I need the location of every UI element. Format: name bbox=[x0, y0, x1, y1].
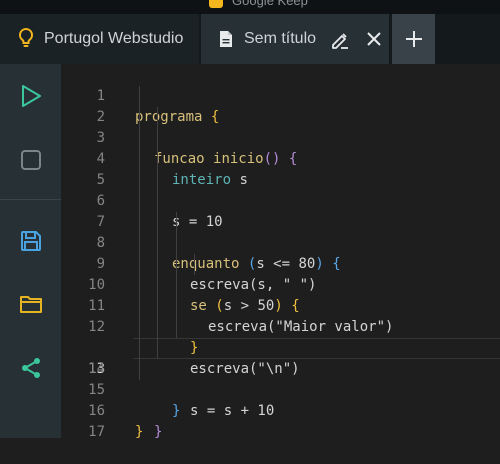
save-button[interactable] bbox=[0, 221, 61, 261]
stop-button[interactable] bbox=[0, 140, 61, 180]
close-tab-icon[interactable] bbox=[365, 30, 383, 48]
window-title: Google Keep bbox=[232, 0, 308, 8]
code-line: 7 enquanto (s <= 80) { bbox=[61, 191, 500, 272]
code-line: 12 escreva("\n") bbox=[61, 296, 500, 377]
run-button[interactable] bbox=[0, 76, 61, 116]
folder-icon bbox=[19, 296, 42, 313]
plus-icon bbox=[405, 31, 422, 47]
code-line: 16 } bbox=[61, 380, 500, 440]
code-line: 8 escreva(s, " ") bbox=[61, 212, 500, 293]
open-folder-button[interactable] bbox=[0, 284, 61, 324]
code-editor[interactable]: 1 programa { 2 funcao inicio() { 3 intei… bbox=[61, 64, 500, 440]
save-icon bbox=[20, 231, 41, 251]
rename-pencil-icon[interactable] bbox=[330, 30, 350, 50]
line-number: 17 bbox=[88, 424, 105, 440]
sidebar-toolbar bbox=[0, 64, 61, 438]
code-line: 5 s = 10 bbox=[61, 149, 500, 230]
share-button[interactable] bbox=[0, 348, 61, 388]
tab-sem-titulo[interactable]: Sem título bbox=[201, 14, 389, 64]
tab-home-label: Portugol Webstudio bbox=[44, 30, 184, 47]
lightbulb-icon bbox=[18, 27, 34, 47]
code-line: 17 bbox=[61, 401, 500, 440]
stop-icon bbox=[20, 150, 41, 170]
code-line: 15 } bbox=[61, 359, 500, 440]
bracket: } bbox=[154, 424, 163, 440]
bracket: } bbox=[135, 424, 144, 440]
share-icon bbox=[21, 358, 40, 378]
code-line: 9 se (s > 50) { bbox=[61, 233, 500, 314]
code-line: 6 bbox=[61, 170, 500, 209]
play-icon bbox=[21, 85, 41, 107]
code-line: 2 funcao inicio() { bbox=[61, 86, 500, 167]
code-line: 3 inteiro s bbox=[61, 107, 500, 188]
tab-home[interactable]: Portugol Webstudio bbox=[0, 14, 199, 64]
keep-app-icon bbox=[209, 0, 223, 8]
code-line-active: 13 s = s + 10 bbox=[61, 317, 500, 419]
window-title-bar: Google Keep bbox=[0, 0, 500, 14]
file-icon bbox=[220, 31, 232, 47]
code-line: 4 bbox=[61, 128, 500, 167]
tab-file-label: Sem título bbox=[244, 30, 317, 47]
code-line: 10 escreva("Maior valor") bbox=[61, 254, 500, 335]
code-line: 14 } bbox=[61, 338, 500, 419]
code-line: 11 } bbox=[61, 275, 500, 356]
sidebar-divider bbox=[0, 199, 61, 200]
code-line: 1 programa { bbox=[61, 65, 500, 125]
new-tab-button[interactable] bbox=[392, 14, 435, 64]
tab-bar: Portugol Webstudio Sem título bbox=[0, 14, 500, 64]
